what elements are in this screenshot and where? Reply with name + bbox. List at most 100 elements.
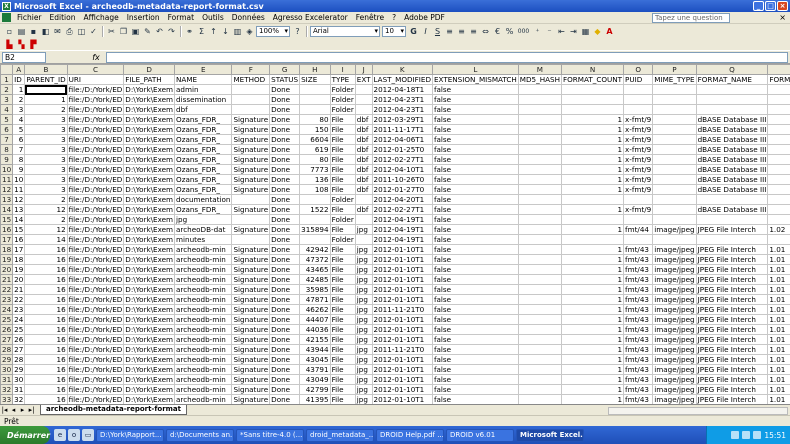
cell[interactable]: false bbox=[432, 364, 519, 375]
cell[interactable]: file:/D:/York/ED bbox=[66, 224, 125, 235]
cell[interactable]: File bbox=[329, 184, 356, 195]
cell[interactable]: D:\York\Exem bbox=[123, 284, 176, 295]
cell[interactable]: dbf bbox=[354, 134, 373, 145]
row-header[interactable]: 16 bbox=[0, 224, 14, 235]
cell[interactable]: false bbox=[432, 164, 519, 175]
cell[interactable]: file:/D:/York/ED bbox=[66, 184, 125, 195]
cell[interactable] bbox=[24, 84, 68, 95]
cell[interactable]: 35985 bbox=[299, 284, 331, 295]
cell[interactable]: false bbox=[432, 94, 519, 105]
cell[interactable]: Signature bbox=[231, 334, 271, 345]
cell[interactable] bbox=[767, 234, 790, 245]
cell[interactable]: 1.02 bbox=[767, 224, 790, 235]
cell[interactable]: D:\York\Exem bbox=[123, 394, 176, 404]
align-left-icon[interactable]: ≡ bbox=[444, 26, 455, 37]
cell[interactable] bbox=[652, 94, 697, 105]
cell[interactable]: 2012-04-06T1 bbox=[371, 134, 434, 145]
decrease-decimal-icon[interactable]: ⁻ bbox=[544, 26, 555, 37]
cell[interactable]: JPEG File Interch bbox=[695, 294, 769, 305]
cell[interactable]: x-fmt/9 bbox=[623, 174, 654, 185]
cell[interactable]: JPEG File Interch bbox=[695, 284, 769, 295]
cell[interactable]: 2012-01-10T1 bbox=[371, 324, 434, 335]
row-header[interactable]: 7 bbox=[0, 134, 14, 145]
row-header[interactable]: 29 bbox=[0, 354, 14, 365]
convert-to-pdf-icon[interactable]: ▙ bbox=[4, 39, 15, 50]
cell[interactable]: URI bbox=[66, 74, 125, 85]
cell[interactable] bbox=[517, 164, 563, 175]
cell[interactable] bbox=[517, 124, 563, 135]
cell[interactable]: false bbox=[432, 334, 519, 345]
cell[interactable]: file:/D:/York/ED bbox=[66, 154, 125, 165]
open-icon[interactable]: ▤ bbox=[16, 26, 27, 37]
cell[interactable]: Ozans_FDR_ bbox=[174, 144, 233, 155]
cell[interactable]: Signature bbox=[231, 344, 271, 355]
cell[interactable]: 2 bbox=[24, 104, 68, 115]
cell[interactable]: file:/D:/York/ED bbox=[66, 334, 125, 345]
taskbar-button[interactable]: Microsoft Excel... bbox=[516, 428, 584, 442]
cell[interactable]: 43791 bbox=[299, 364, 331, 375]
cell[interactable]: 16 bbox=[24, 294, 68, 305]
row-header[interactable]: 22 bbox=[0, 284, 14, 295]
font-select[interactable]: Arial bbox=[310, 25, 380, 37]
cell[interactable]: 2012-01-27T0 bbox=[371, 184, 434, 195]
cell[interactable]: x-fmt/9 bbox=[623, 114, 654, 125]
cell[interactable]: 1.01 bbox=[767, 274, 790, 285]
cell[interactable] bbox=[517, 334, 563, 345]
cell[interactable]: archeodb-min bbox=[174, 254, 233, 265]
cell[interactable]: dbf bbox=[354, 164, 373, 175]
cell[interactable]: 2012-03-29T1 bbox=[371, 114, 434, 125]
cell[interactable]: ID bbox=[12, 74, 26, 85]
cell[interactable]: 16 bbox=[24, 334, 68, 345]
italic-button[interactable]: I bbox=[420, 26, 431, 37]
cell[interactable]: 5 bbox=[12, 124, 26, 135]
cell[interactable]: image/jpeg bbox=[652, 354, 697, 365]
cell[interactable]: 1 bbox=[560, 364, 625, 375]
cell[interactable]: dissemination bbox=[174, 94, 233, 105]
cell[interactable]: 2012-01-10T1 bbox=[371, 394, 434, 404]
cell[interactable] bbox=[695, 84, 769, 95]
cell[interactable]: File bbox=[329, 324, 356, 335]
cell[interactable]: Done bbox=[269, 334, 301, 345]
cell[interactable] bbox=[299, 94, 331, 105]
cell[interactable]: 47372 bbox=[299, 254, 331, 265]
cell[interactable] bbox=[560, 194, 625, 205]
cell[interactable]: Done bbox=[269, 234, 301, 245]
cell[interactable]: Signature bbox=[231, 354, 271, 365]
cell[interactable]: Signature bbox=[231, 164, 271, 175]
cell[interactable] bbox=[517, 174, 563, 185]
cell[interactable]: jpg bbox=[354, 264, 373, 275]
cell[interactable]: JPEG File Interch bbox=[695, 264, 769, 275]
cell[interactable] bbox=[354, 194, 373, 205]
cell[interactable]: 25 bbox=[12, 324, 26, 335]
row-header[interactable]: 25 bbox=[0, 314, 14, 325]
column-header[interactable]: P bbox=[652, 64, 697, 75]
cell[interactable]: 16 bbox=[24, 304, 68, 315]
cell[interactable] bbox=[517, 84, 563, 95]
row-header[interactable]: 28 bbox=[0, 344, 14, 355]
cell[interactable]: 2012-01-10T1 bbox=[371, 334, 434, 345]
row-header[interactable]: 3 bbox=[0, 94, 14, 105]
cell[interactable]: 43045 bbox=[299, 354, 331, 365]
cell[interactable]: image/jpeg bbox=[652, 224, 697, 235]
cell[interactable]: 1.01 bbox=[767, 324, 790, 335]
cell[interactable] bbox=[623, 84, 654, 95]
cell[interactable]: 1 bbox=[560, 264, 625, 275]
cell[interactable]: File bbox=[329, 364, 356, 375]
menu-item[interactable]: ? bbox=[388, 13, 400, 22]
cell[interactable]: 1.01 bbox=[767, 254, 790, 265]
align-center-icon[interactable]: ≡ bbox=[456, 26, 467, 37]
cell[interactable]: 315894 bbox=[299, 224, 331, 235]
cell[interactable]: false bbox=[432, 254, 519, 265]
row-header[interactable]: 19 bbox=[0, 254, 14, 265]
cell[interactable]: Signature bbox=[231, 284, 271, 295]
percent-button[interactable]: % bbox=[504, 26, 515, 37]
cell[interactable]: archeodb-min bbox=[174, 374, 233, 385]
cell[interactable]: D:\York\Exem bbox=[123, 234, 176, 245]
cell[interactable]: archeodb-min bbox=[174, 364, 233, 375]
cell[interactable]: jpg bbox=[354, 324, 373, 335]
cell[interactable]: D:\York\Exem bbox=[123, 294, 176, 305]
cell[interactable]: Signature bbox=[231, 114, 271, 125]
cell[interactable]: 1 bbox=[560, 154, 625, 165]
cell[interactable]: jpg bbox=[354, 314, 373, 325]
currency-button[interactable]: € bbox=[492, 26, 503, 37]
